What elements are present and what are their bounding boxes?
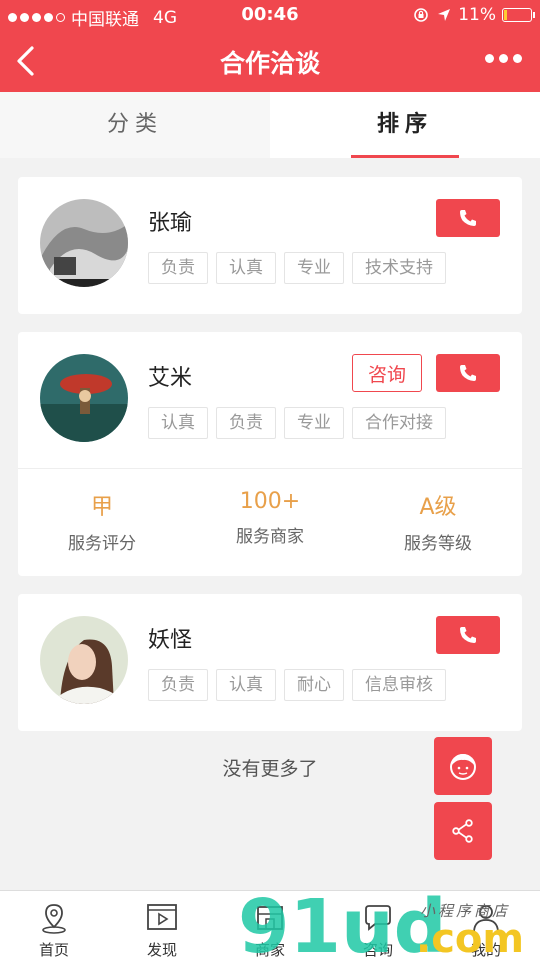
tab-category[interactable]: 分类 [0,92,270,158]
tag: 认真 [148,407,208,439]
stat-value: 甲 [90,495,113,520]
nav-label: 首页 [38,941,69,959]
tag: 专业 [284,252,344,284]
tab-bar: 分类 排序 [0,92,540,158]
stat-label: 服务商家 [236,527,304,547]
nav-label: 商家 [254,941,285,959]
tag: 信息审核 [352,669,446,701]
location-arrow-icon [438,9,451,21]
avatar [40,354,128,442]
nav-label: 我的 [470,941,501,959]
stat-rating: 甲 服务评分 [18,489,186,554]
nav-item-profile[interactable]: 我的 [432,891,540,960]
consultant-name: 张瑜 [148,211,193,236]
tag-list: 认真 负责 专业 合作对接 [148,407,446,439]
bottom-nav: 首页 发现 商家 咨询 我的 [0,890,540,960]
nav-item-discover[interactable]: 发现 [108,891,216,960]
customer-service-button[interactable] [434,737,492,795]
share-button[interactable] [434,802,492,860]
nav-item-merchant[interactable]: 商家 [216,891,324,960]
tag: 专业 [284,407,344,439]
tag: 认真 [216,669,276,701]
avatar [40,616,128,704]
nav-item-home[interactable]: 首页 [0,891,108,960]
stat-label: 服务评分 [68,534,136,554]
chat-icon [365,905,391,931]
tag-list: 负责 认真 耐心 信息审核 [148,669,446,701]
tag-list: 负责 认真 专业 技术支持 [148,252,446,284]
stat-value: 100+ [239,489,301,514]
tab-sort[interactable]: 排序 [270,92,540,158]
active-tab-indicator [351,155,459,158]
battery-percent: 11% [458,5,496,25]
stat-label: 服务等级 [404,534,472,554]
user-icon [473,905,499,932]
stat-merchants: 100+ 服务商家 [186,489,354,547]
tag: 认真 [216,252,276,284]
call-button[interactable] [436,199,500,237]
nav-label: 咨询 [362,941,393,959]
tab-label: 排序 [376,112,433,137]
stat-value: A级 [419,495,457,520]
call-button[interactable] [436,616,500,654]
orientation-lock-icon [414,8,429,22]
consultant-card[interactable]: 妖怪 负责 认真 耐心 信息审核 [18,594,522,731]
more-icon[interactable] [485,54,522,63]
tag: 负责 [148,669,208,701]
nav-item-consult[interactable]: 咨询 [324,891,432,960]
tag: 负责 [148,252,208,284]
consultant-name: 妖怪 [148,628,193,653]
stat-level: A级 服务等级 [354,489,522,554]
customer-service-icon [450,754,476,780]
consult-button[interactable]: 咨询 [352,354,422,392]
consultant-name: 艾米 [148,366,193,391]
consultant-card[interactable]: 张瑜 负责 认真 专业 技术支持 [18,177,522,314]
location-pin-icon [42,904,66,934]
nav-bar: 合作洽谈 [0,30,540,92]
page-title: 合作洽谈 [219,49,320,78]
phone-icon [460,210,476,226]
phone-icon [460,627,476,643]
call-button[interactable] [436,354,500,392]
avatar [40,199,128,287]
tag: 技术支持 [352,252,446,284]
tag: 耐心 [284,669,344,701]
consultant-card[interactable]: 艾米 咨询 认真 负责 专业 合作对接 甲 服务评分 100+ 服务商家 A级 … [18,332,522,576]
phone-icon [460,365,476,381]
battery-icon [502,8,535,22]
store-icon [257,906,283,930]
tag: 负责 [216,407,276,439]
share-icon [452,819,473,843]
stats-row: 甲 服务评分 100+ 服务商家 A级 服务等级 [18,468,522,576]
tab-label: 分类 [106,112,163,137]
status-bar: 中国联通 4G 00:46 11% [0,0,540,30]
nav-label: 发现 [146,941,177,959]
status-right: 11% [412,5,535,25]
play-video-icon [147,904,177,930]
tag: 合作对接 [352,407,446,439]
